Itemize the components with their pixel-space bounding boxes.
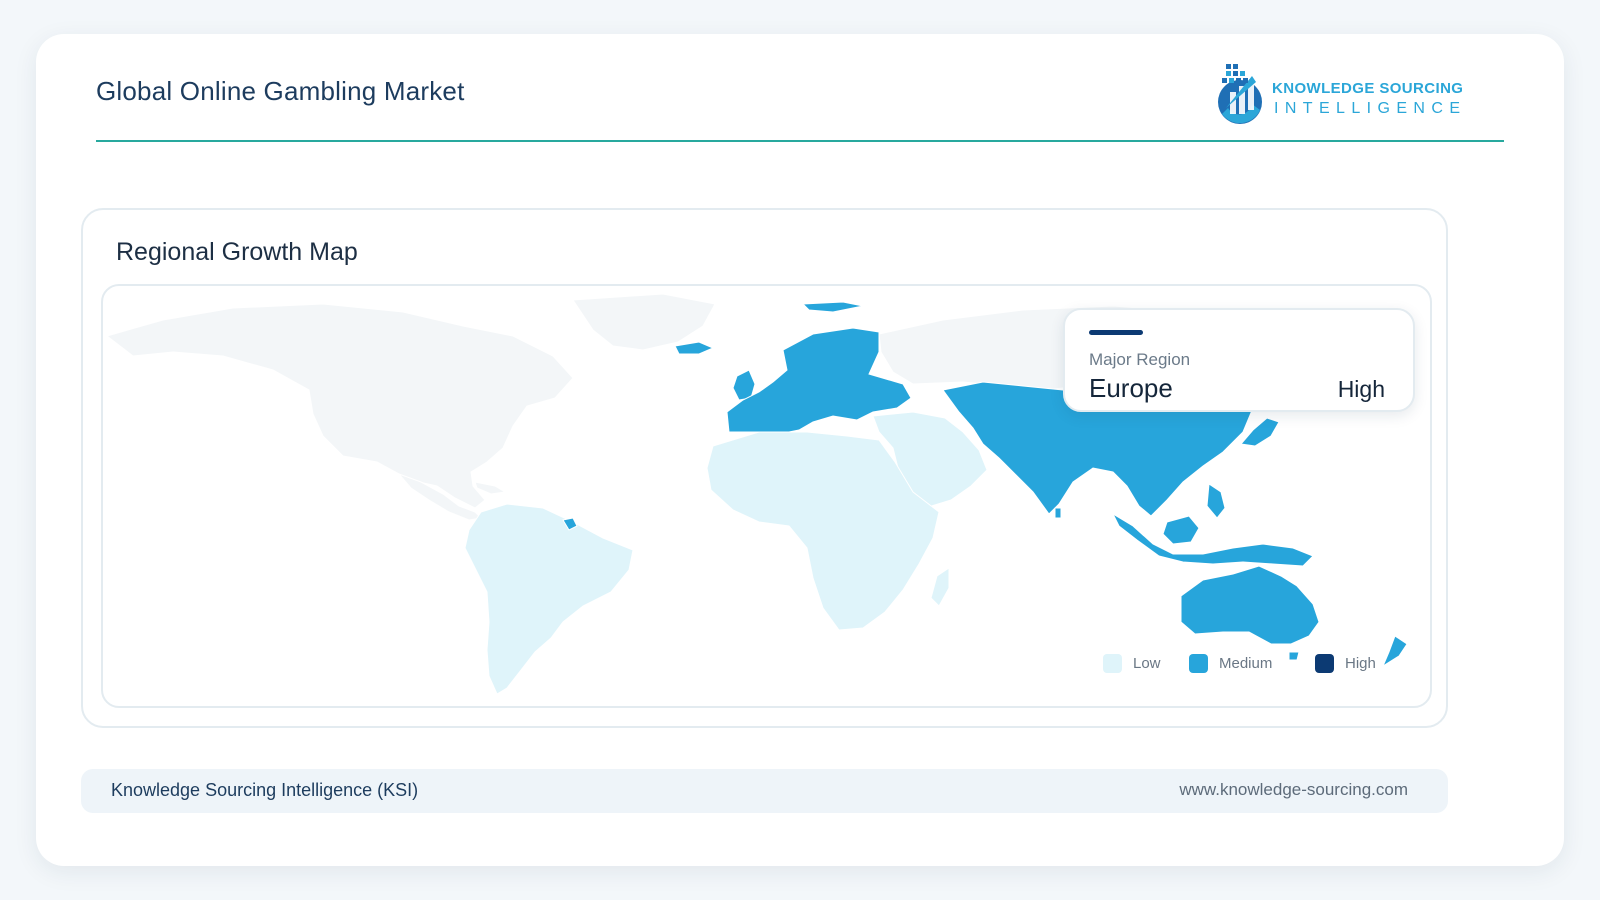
page-title: Global Online Gambling Market: [96, 76, 465, 106]
footer-bar: Knowledge Sourcing Intelligence (KSI) ww…: [81, 769, 1448, 813]
region-borneo[interactable]: [1162, 515, 1200, 545]
tooltip-label: Major Region: [1089, 350, 1191, 369]
footer-company: Knowledge Sourcing Intelligence (KSI): [111, 780, 419, 800]
footer-website-link[interactable]: www.knowledge-sourcing.com: [1179, 780, 1408, 800]
logo-text-line2: INTELLIGENCE: [1274, 100, 1467, 117]
legend-swatch-low: [1103, 654, 1122, 673]
region-southeast-asia-islands[interactable]: [1111, 512, 1314, 567]
logo-mark-icon: [1218, 64, 1262, 124]
region-sri-lanka[interactable]: [1054, 507, 1062, 519]
tooltip-region-name: Europe: [1089, 373, 1173, 403]
legend-label-medium: Medium: [1219, 655, 1273, 672]
legend-label-low: Low: [1133, 655, 1161, 672]
legend-label-high: High: [1345, 655, 1376, 672]
tooltip-accent-bar: [1089, 330, 1143, 335]
region-north-america[interactable]: [105, 303, 574, 509]
region-tooltip: Major Region Europe High: [1063, 308, 1415, 412]
map-container[interactable]: Major Region Europe High Low Medium High: [101, 284, 1432, 708]
company-logo: KNOWLEDGE SOURCING INTELLIGENCE: [1212, 58, 1472, 128]
legend-swatch-medium: [1189, 654, 1208, 673]
tooltip-growth-level: High: [1337, 376, 1385, 402]
region-madagascar[interactable]: [930, 567, 950, 607]
region-new-zealand[interactable]: [1381, 635, 1408, 668]
region-philippines[interactable]: [1206, 483, 1226, 519]
region-tasmania[interactable]: [1288, 651, 1300, 661]
header-divider: [96, 140, 1504, 142]
region-south-america[interactable]: [464, 503, 634, 695]
region-svalbard[interactable]: [801, 301, 864, 313]
region-caribbean[interactable]: [474, 481, 507, 495]
region-australia[interactable]: [1180, 565, 1320, 645]
region-greenland[interactable]: [572, 293, 716, 351]
report-card: Global Online Gambling Market KNOWLEDGE …: [36, 34, 1564, 866]
logo-text-line1: KNOWLEDGE SOURCING: [1272, 80, 1464, 97]
region-iceland[interactable]: [674, 341, 715, 355]
panel-title: Regional Growth Map: [116, 238, 358, 266]
legend-swatch-high: [1315, 654, 1334, 673]
map-panel: Regional Growth Map Major Region Europe …: [81, 208, 1448, 728]
